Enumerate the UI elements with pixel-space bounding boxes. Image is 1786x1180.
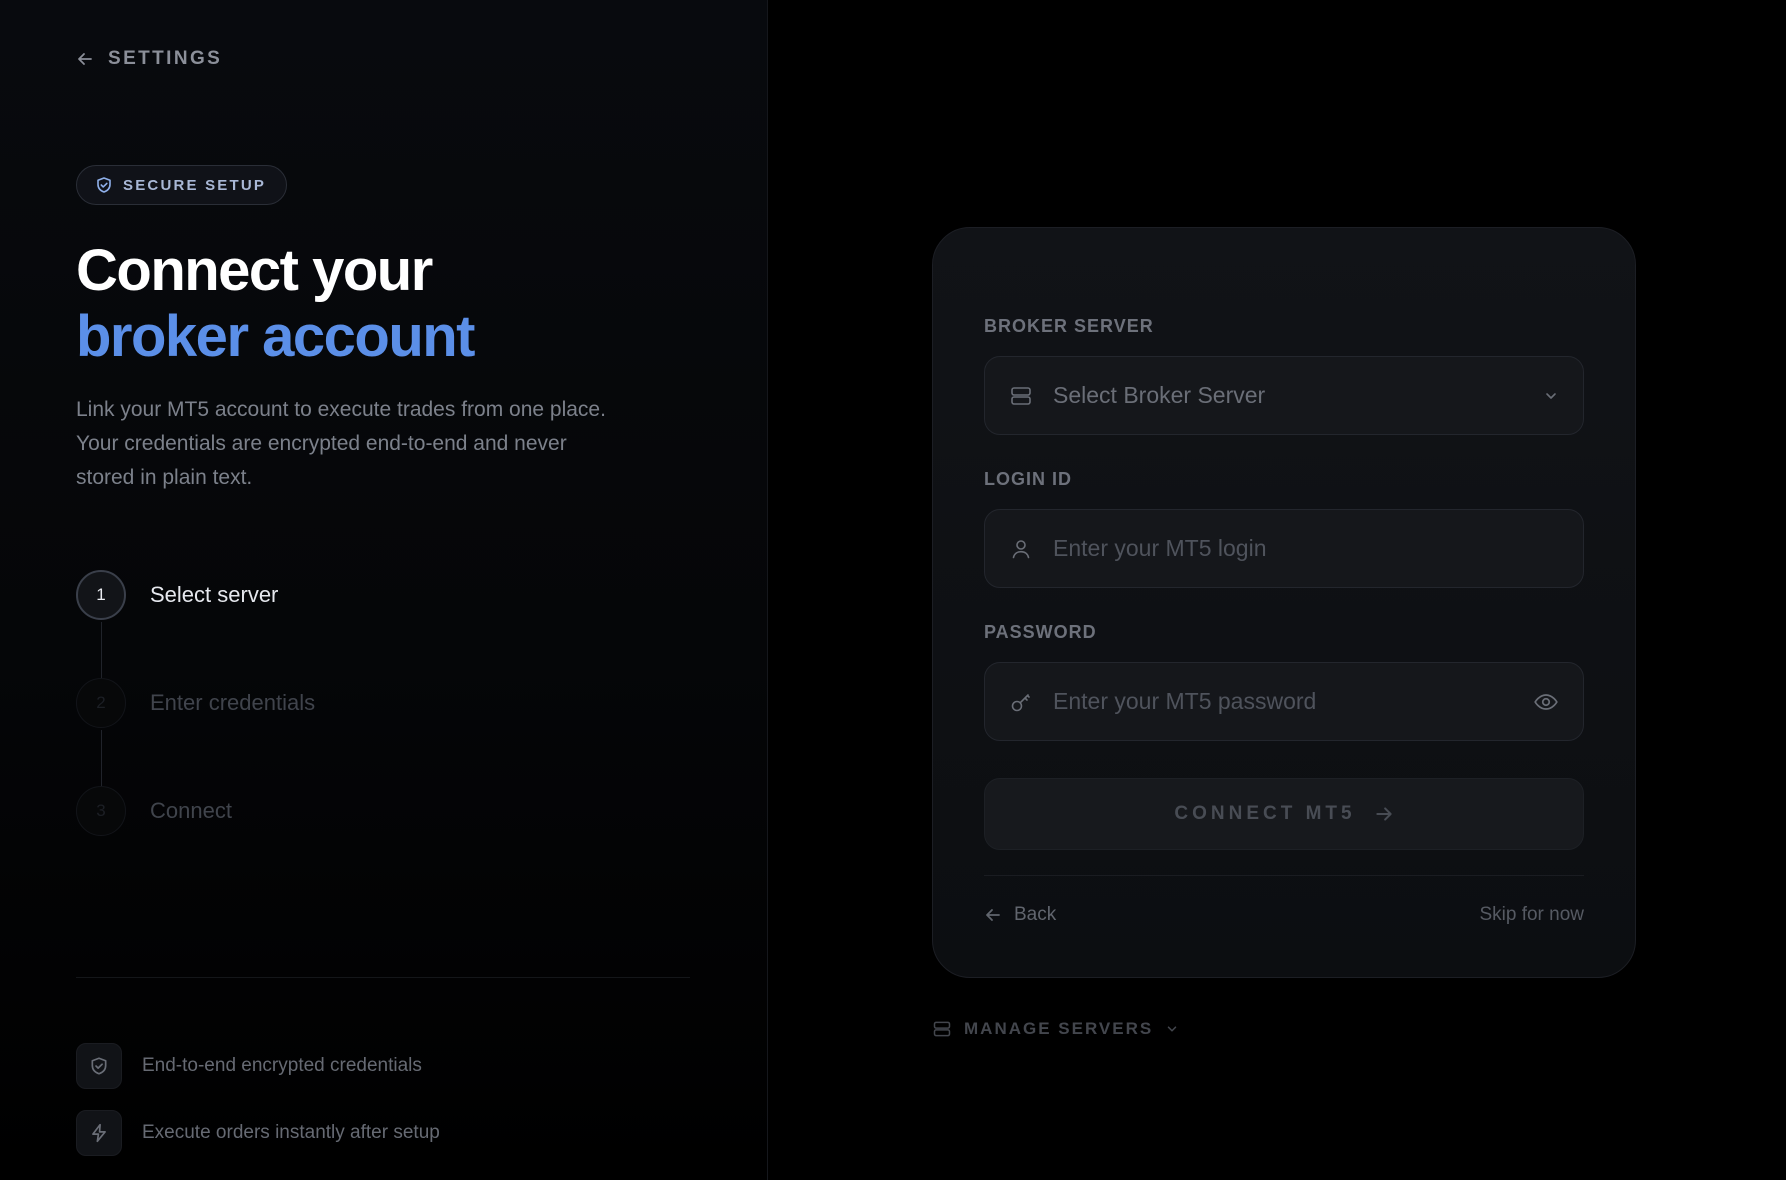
back-to-settings-link[interactable]: SETTINGS: [76, 48, 222, 70]
shield-icon: [95, 176, 113, 194]
connect-mt5-label: CONNECT MT5: [1174, 803, 1356, 824]
back-button-label: Back: [1014, 904, 1057, 925]
login-id-input[interactable]: Enter your MT5 login: [984, 509, 1584, 588]
left-panel: SETTINGS SECURE SETUP Connect your broke…: [0, 0, 768, 1180]
chevron-down-icon: [1165, 1022, 1179, 1036]
password-input[interactable]: Enter your MT5 password: [984, 662, 1584, 741]
back-to-settings-label: SETTINGS: [108, 48, 223, 69]
page-description: Link your MT5 account to execute trades …: [76, 398, 606, 489]
server-icon: [1009, 384, 1033, 408]
manage-servers-toggle[interactable]: MANAGE SERVERS: [932, 1019, 1179, 1039]
page-title-line2: broker account: [76, 304, 476, 369]
step-connector: [101, 730, 102, 786]
key-icon: [1009, 690, 1033, 714]
eye-icon[interactable]: [1533, 689, 1559, 715]
feature-text: Execute orders instantly after setup: [142, 1122, 440, 1143]
login-id-placeholder: Enter your MT5 login: [1053, 535, 1267, 561]
step-connector: [101, 622, 102, 678]
arrow-left-icon: [76, 50, 94, 68]
card-divider: [984, 875, 1584, 876]
feature-item-encrypted: End-to-end encrypted credentials: [76, 1043, 422, 1089]
password-label: PASSWORD: [984, 622, 1097, 642]
chevron-down-icon: [1543, 388, 1559, 404]
bolt-icon: [76, 1110, 122, 1156]
connect-form-card: BROKER SERVER Select Broker Server LOGIN…: [932, 227, 1636, 978]
broker-server-select[interactable]: Select Broker Server: [984, 356, 1584, 435]
step-label: Enter credentials: [150, 690, 316, 715]
step-label: Connect: [150, 798, 232, 823]
step-number: 1: [76, 570, 126, 620]
broker-server-placeholder: Select Broker Server: [1053, 382, 1266, 408]
page-title-line1: Connect your: [76, 238, 433, 303]
divider: [76, 977, 690, 978]
step-label: Select server: [150, 582, 279, 607]
user-icon: [1009, 537, 1033, 561]
step-2: 2 Enter credentials: [76, 678, 315, 728]
shield-icon: [76, 1043, 122, 1089]
manage-servers-label: MANAGE SERVERS: [964, 1019, 1154, 1038]
server-icon: [932, 1019, 952, 1039]
feature-text: End-to-end encrypted credentials: [142, 1055, 422, 1076]
arrow-left-icon: [984, 906, 1002, 924]
back-button[interactable]: Back: [984, 904, 1056, 926]
skip-for-now-link[interactable]: Skip for now: [1479, 904, 1584, 926]
login-id-label: LOGIN ID: [984, 469, 1072, 489]
step-1: 1 Select server: [76, 570, 278, 620]
secure-setup-badge: SECURE SETUP: [76, 165, 288, 205]
password-placeholder: Enter your MT5 password: [1053, 688, 1317, 714]
badge-label: SECURE SETUP: [123, 176, 267, 194]
arrow-right-icon: [1374, 804, 1394, 824]
step-3: 3 Connect: [76, 786, 232, 836]
step-number: 3: [76, 786, 126, 836]
step-number: 2: [76, 678, 126, 728]
feature-item-instant: Execute orders instantly after setup: [76, 1110, 440, 1156]
connect-mt5-button[interactable]: CONNECT MT5: [984, 778, 1584, 850]
broker-server-label: BROKER SERVER: [984, 316, 1154, 336]
page-title: Connect your broker account: [76, 238, 476, 370]
